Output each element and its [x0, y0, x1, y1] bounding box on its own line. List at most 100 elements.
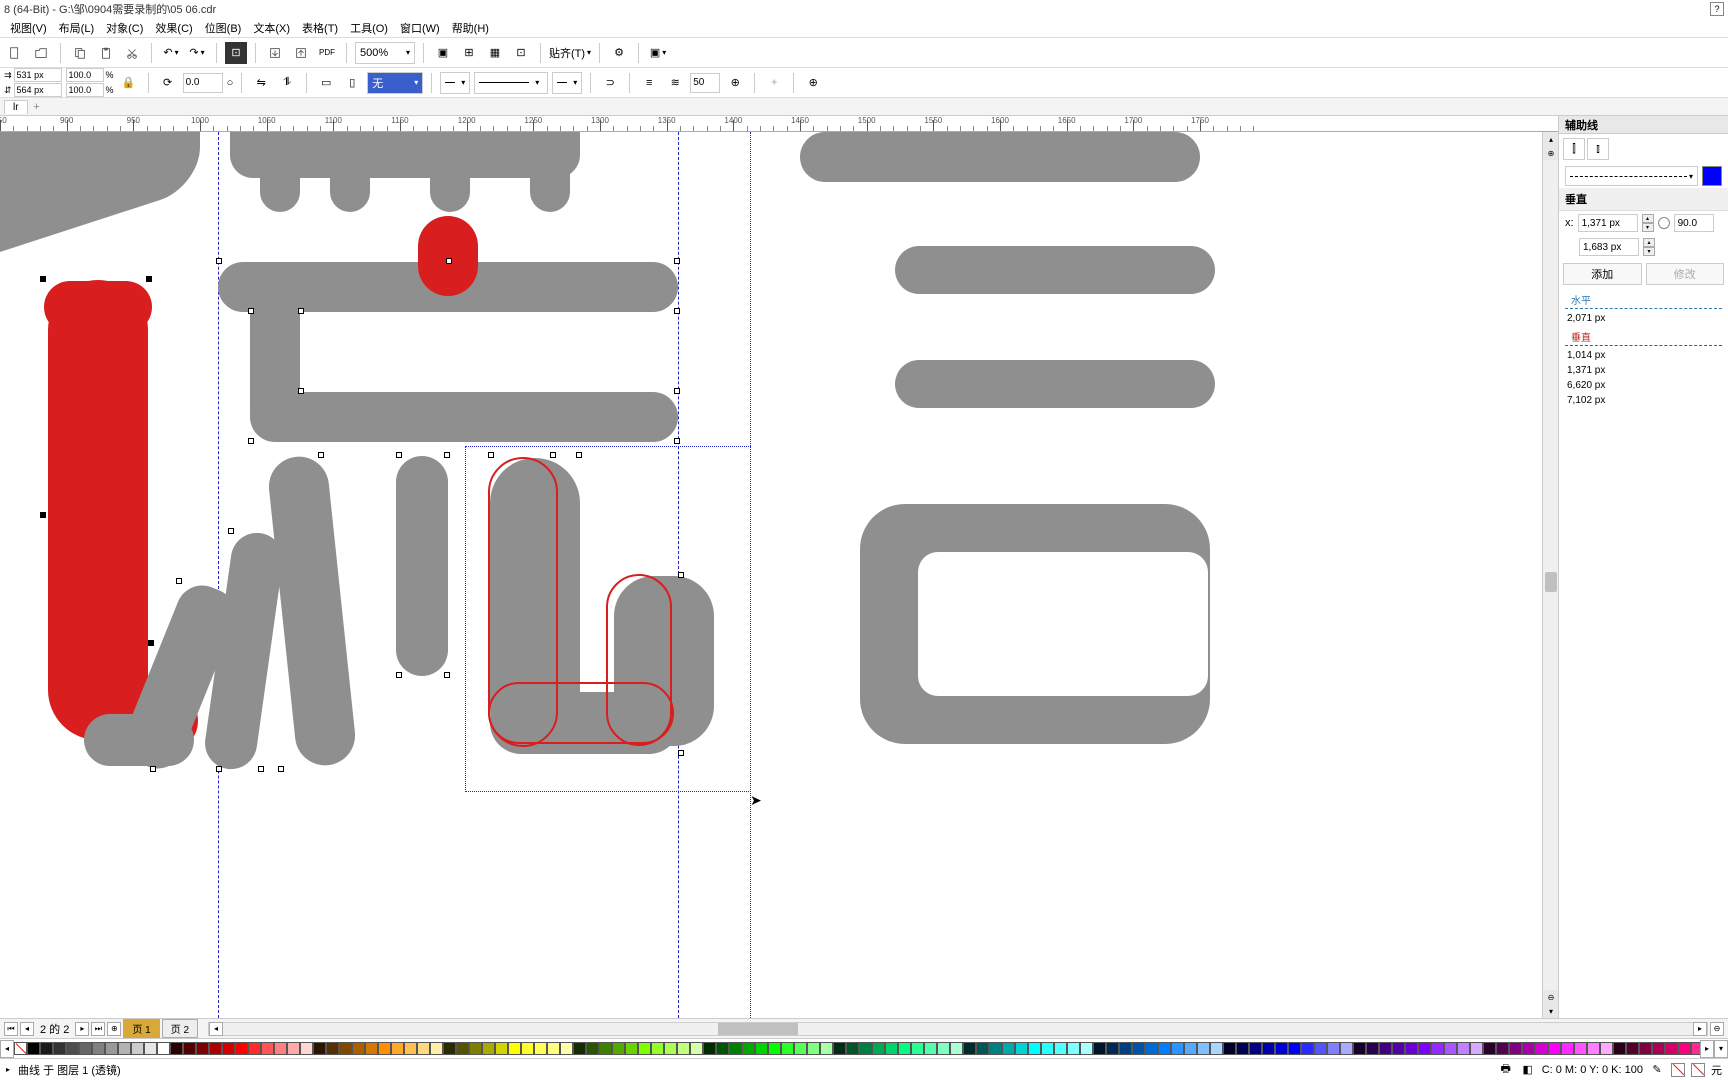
guides-icon[interactable]: ⊡ [510, 42, 532, 64]
color-swatch[interactable] [261, 1042, 274, 1055]
undo-icon[interactable]: ↶▾ [160, 42, 182, 64]
mirror-h-icon[interactable]: ⇋ [250, 72, 272, 94]
color-swatch[interactable] [1015, 1042, 1028, 1055]
color-swatch[interactable] [638, 1042, 651, 1055]
color-swatch[interactable] [1054, 1042, 1067, 1055]
color-swatch[interactable] [222, 1042, 235, 1055]
color-swatch[interactable] [1093, 1042, 1106, 1055]
color-swatch[interactable] [1288, 1042, 1301, 1055]
color-swatch[interactable] [1236, 1042, 1249, 1055]
line-style-dropdown[interactable]: ▾ [474, 72, 548, 94]
color-swatch[interactable] [365, 1042, 378, 1055]
text-align-icon[interactable]: ≡ [638, 72, 660, 94]
color-swatch[interactable] [1379, 1042, 1392, 1055]
color-swatch[interactable] [781, 1042, 794, 1055]
zoom-combo[interactable]: 500% ▾ [355, 42, 415, 64]
color-swatch[interactable] [664, 1042, 677, 1055]
page-last-icon[interactable]: ⏭ [91, 1022, 105, 1036]
spacing-input[interactable] [690, 73, 720, 93]
color-swatch[interactable] [1613, 1042, 1626, 1055]
color-swatch[interactable] [768, 1042, 781, 1055]
copy-icon[interactable] [69, 42, 91, 64]
color-swatch[interactable] [1353, 1042, 1366, 1055]
end-arrow-dropdown[interactable]: ▾ [552, 72, 582, 94]
color-swatch[interactable] [495, 1042, 508, 1055]
color-swatch[interactable] [1340, 1042, 1353, 1055]
guide-color-swatch[interactable] [1702, 166, 1722, 186]
menu-effects[interactable]: 效果(C) [149, 20, 198, 36]
color-swatch[interactable] [482, 1042, 495, 1055]
page-first-icon[interactable]: ⏮ [4, 1022, 18, 1036]
color-swatch[interactable] [625, 1042, 638, 1055]
color-swatch[interactable] [443, 1042, 456, 1055]
color-swatch[interactable] [1418, 1042, 1431, 1055]
guide-value[interactable]: 1,014 px [1559, 348, 1728, 363]
align-icon[interactable]: ▭ [315, 72, 337, 94]
page-add-icon[interactable]: ⊕ [107, 1022, 121, 1036]
color-swatch[interactable] [326, 1042, 339, 1055]
spacing-stepper[interactable]: ⊕ [724, 72, 746, 94]
color-swatch[interactable] [352, 1042, 365, 1055]
grid-icon[interactable]: ⊞ [458, 42, 480, 64]
page-prev-icon[interactable]: ◂ [20, 1022, 34, 1036]
color-swatch[interactable] [27, 1042, 40, 1055]
color-swatch[interactable] [1392, 1042, 1405, 1055]
menu-text[interactable]: 文本(X) [247, 20, 296, 36]
paste-icon[interactable] [95, 42, 117, 64]
scale-y-input[interactable] [66, 83, 104, 97]
color-swatch[interactable] [755, 1042, 768, 1055]
color-swatch[interactable] [950, 1042, 963, 1055]
color-swatch[interactable] [313, 1042, 326, 1055]
color-swatch[interactable] [1366, 1042, 1379, 1055]
color-swatch[interactable] [833, 1042, 846, 1055]
color-swatch[interactable] [66, 1042, 79, 1055]
spin-down[interactable]: ▾ [1643, 247, 1655, 256]
guide-angle-input[interactable] [1674, 214, 1714, 232]
color-swatch[interactable] [287, 1042, 300, 1055]
pen-icon[interactable]: ✎ [1649, 1062, 1665, 1078]
color-swatch[interactable] [1210, 1042, 1223, 1055]
color-swatch[interactable] [1496, 1042, 1509, 1055]
color-swatch[interactable] [196, 1042, 209, 1055]
color-swatch[interactable] [859, 1042, 872, 1055]
start-arrow-dropdown[interactable]: ▾ [440, 72, 470, 94]
canvas[interactable]: ➤ [0, 132, 1542, 1018]
color-swatch[interactable] [1249, 1042, 1262, 1055]
page-tab-2[interactable]: 页 2 [162, 1019, 198, 1038]
color-swatch[interactable] [430, 1042, 443, 1055]
menu-window[interactable]: 窗口(W) [394, 20, 446, 36]
menu-view[interactable]: 视图(V) [4, 20, 53, 36]
color-swatch[interactable] [92, 1042, 105, 1055]
effect-icon[interactable]: ✦ [763, 72, 785, 94]
color-swatch[interactable] [599, 1042, 612, 1055]
color-swatch[interactable] [1405, 1042, 1418, 1055]
color-swatch[interactable] [79, 1042, 92, 1055]
guide-value[interactable]: 1,371 px [1559, 363, 1728, 378]
outline-indicator[interactable] [1691, 1063, 1705, 1077]
add-icon[interactable]: ⊕ [802, 72, 824, 94]
color-swatch[interactable] [40, 1042, 53, 1055]
color-swatch[interactable] [820, 1042, 833, 1055]
guide-value[interactable]: 2,071 px [1559, 311, 1728, 326]
color-swatch[interactable] [1483, 1042, 1496, 1055]
color-swatch[interactable] [677, 1042, 690, 1055]
no-color-swatch[interactable] [14, 1042, 27, 1055]
color-swatch[interactable] [846, 1042, 859, 1055]
new-doc-icon[interactable] [4, 42, 26, 64]
menu-help[interactable]: 帮助(H) [446, 20, 495, 36]
color-swatch[interactable] [1522, 1042, 1535, 1055]
color-swatch[interactable] [1587, 1042, 1600, 1055]
printer-icon[interactable]: 🖶 [1498, 1062, 1514, 1078]
color-swatch[interactable] [1444, 1042, 1457, 1055]
color-swatch[interactable] [612, 1042, 625, 1055]
color-swatch[interactable] [1184, 1042, 1197, 1055]
scrollbar-vertical[interactable]: ▴ ⊕ ⊖ ▾ [1542, 132, 1558, 1018]
color-swatch[interactable] [885, 1042, 898, 1055]
color-swatch[interactable] [469, 1042, 482, 1055]
scrollbar-horizontal[interactable]: ◂ ▸ [208, 1022, 1708, 1036]
color-swatch[interactable] [521, 1042, 534, 1055]
color-swatch[interactable] [1028, 1042, 1041, 1055]
color-swatch[interactable] [131, 1042, 144, 1055]
color-swatch[interactable] [1106, 1042, 1119, 1055]
color-swatch[interactable] [1665, 1042, 1678, 1055]
